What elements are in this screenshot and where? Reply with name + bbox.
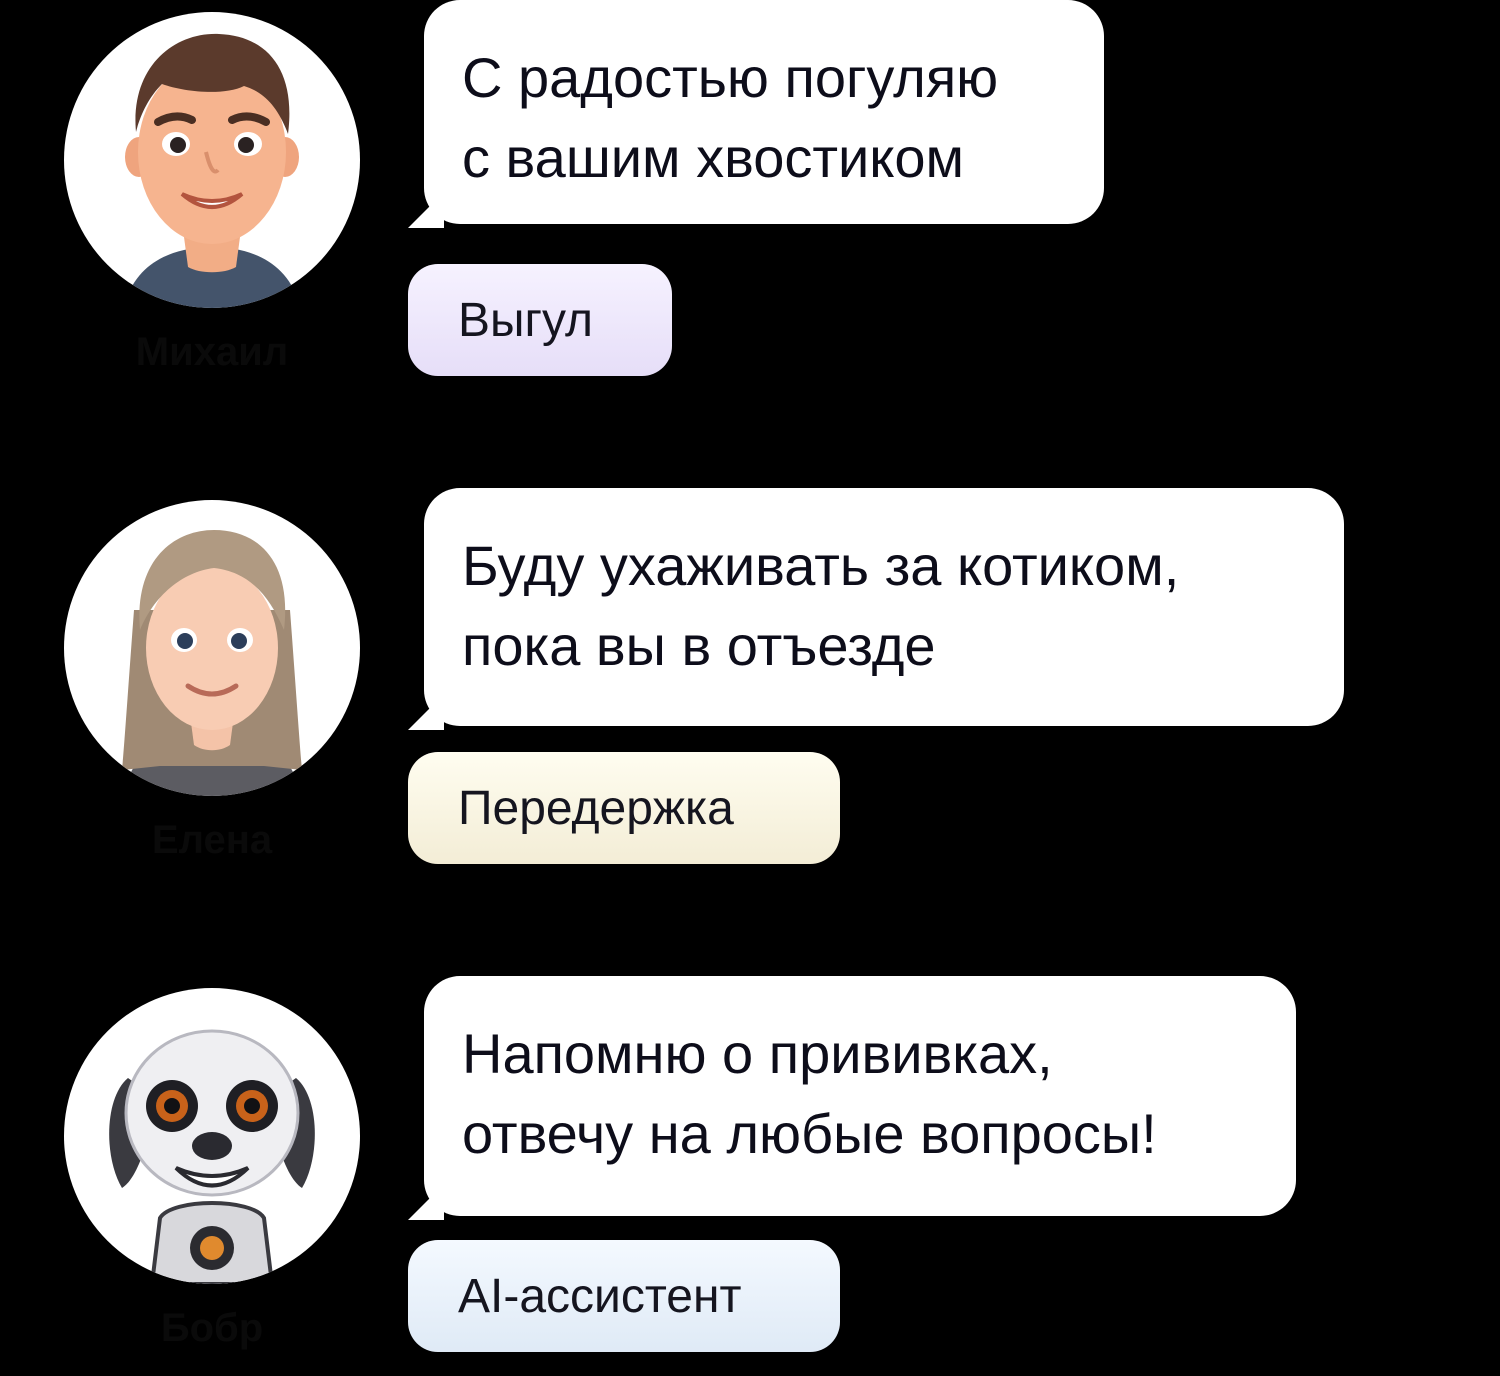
woman-avatar-icon (64, 500, 360, 796)
chat-card: Бобр Напомню о прививках, отвечу на любы… (0, 976, 1500, 1376)
chat-card: Елена Буду ухаживать за котиком, пока вы… (0, 488, 1500, 888)
message-bubble: Буду ухаживать за котиком, пока вы в отъ… (408, 488, 1344, 730)
message-line: С радостью погуляю (462, 46, 999, 109)
author-name: Елена (151, 818, 273, 862)
man-avatar-icon (64, 12, 360, 308)
author-name: Бобр (160, 1306, 264, 1350)
message-line: отвечу на любые вопросы! (462, 1102, 1157, 1165)
message-line: с вашим хвостиком (462, 126, 965, 189)
service-tag: Передержка (408, 752, 840, 864)
message-line: Напомню о прививках, (462, 1022, 1053, 1085)
chat-card: Михаил С радостью погуляю с вашим хвости… (0, 0, 1500, 400)
service-tag: Выгул (408, 264, 672, 376)
robot-dog-avatar-icon (64, 988, 360, 1284)
message-bubble: Напомню о прививках, отвечу на любые воп… (408, 976, 1296, 1220)
message-bubble: С радостью погуляю с вашим хвостиком (408, 0, 1104, 228)
service-tag: AI-ассистент (408, 1240, 840, 1352)
message-line: Буду ухаживать за котиком, (462, 534, 1180, 597)
author-name: Михаил (135, 330, 289, 374)
message-line: пока вы в отъезде (462, 614, 936, 677)
